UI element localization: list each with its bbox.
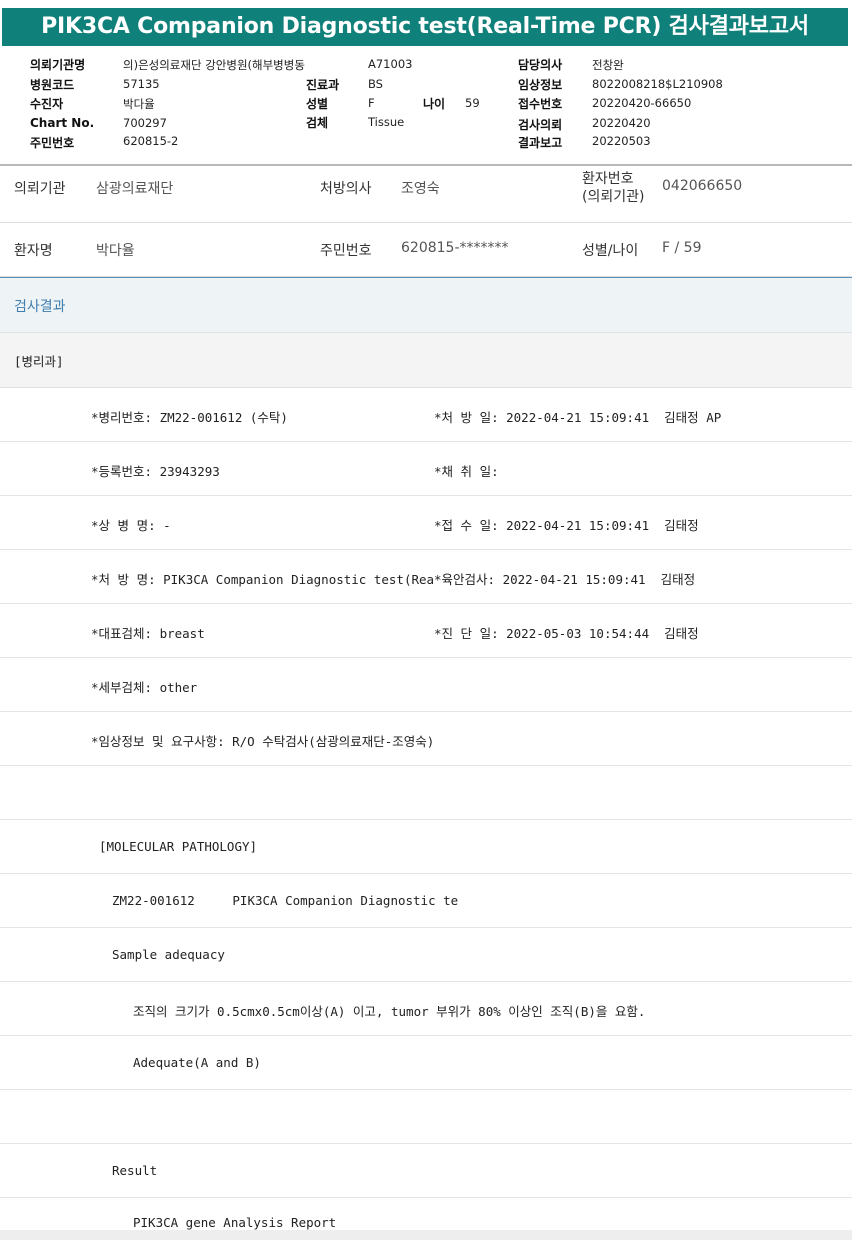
request-date: 20220420 xyxy=(592,116,651,130)
report-line: 조직의 크기가 0.5cmx0.5cm이상(A) 이고, tumor 부위가 8… xyxy=(0,982,852,1036)
sexage-value: F / 59 xyxy=(662,240,702,256)
physician-label: 처방의사 xyxy=(320,181,372,197)
report-line: *임상정보 및 요구사항: R/O 수탁검사(삼광의료재단-조영숙) xyxy=(0,712,852,766)
report-line: Adequate(A and B) xyxy=(0,1036,852,1090)
report-title-bar: PIK3CA Companion Diagnostic test(Real-Ti… xyxy=(0,0,852,48)
adequacy-result: Adequate(A and B) xyxy=(133,1055,261,1070)
id-label: 주민번호 xyxy=(30,136,75,150)
molecular-pathology-heading: [MOLECULAR PATHOLOGY] xyxy=(99,839,258,854)
org-label: 의뢰기관 xyxy=(14,181,66,197)
hospital-code-label: 병원코드 xyxy=(30,78,75,92)
collection-date: *채 취 일: xyxy=(434,464,499,479)
sex: F xyxy=(368,96,375,110)
registration-number: *등록번호: 23943293 xyxy=(91,464,220,479)
diagnosis-date: *진 단 일: 2022-05-03 10:54:44 김태정 xyxy=(434,626,699,641)
referral-org-label: 의뢰기관명 xyxy=(30,58,86,72)
sex-label: 성별 xyxy=(306,97,329,111)
pathology-number: *병리번호: ZM22-001612 (수탁) xyxy=(91,410,288,425)
patient-row-1: 의뢰기관 삼광의료재단 처방의사 조영숙 환자번호 (의뢰기관) 0420666… xyxy=(0,166,852,223)
results-section-header: 검사결과 xyxy=(0,277,852,333)
result-heading: Result xyxy=(112,1163,158,1178)
hospital-code: 57135 xyxy=(123,77,160,91)
prescription-name: *처 방 명: PIK3CA Companion Diagnostic test… xyxy=(91,572,435,587)
sexage-label: 성별/나이 xyxy=(582,243,639,259)
chart-label: Chart No. xyxy=(30,116,95,130)
report-line: *세부검체: other xyxy=(0,658,852,712)
name-value: 박다율 xyxy=(96,243,135,259)
gross-exam-date: *육안검사: 2022-04-21 15:09:41 김태정 xyxy=(434,572,696,587)
report-line: Result xyxy=(0,1144,852,1198)
report-line: ZM22-001612 PIK3CA Companion Diagnostic … xyxy=(0,874,852,928)
prescription-date: *처 방 일: 2022-04-21 15:09:41 김태정 AP xyxy=(434,410,722,425)
id-number: 620815-2 xyxy=(123,134,179,148)
header-info: 의뢰기관명 의)은성의료재단 강안병원(해부병병동 A71003 담당의사 전창… xyxy=(0,48,852,166)
receipt-date: *접 수 일: 2022-04-21 15:09:41 김태정 xyxy=(434,518,699,533)
sub-specimen: *세부검체: other xyxy=(91,680,198,695)
clinical-request: *임상정보 및 요구사항: R/O 수탁검사(삼광의료재단-조영숙) xyxy=(91,734,435,749)
report-line: *등록번호: 23943293 *채 취 일: xyxy=(0,442,852,496)
specimen: Tissue xyxy=(368,115,405,129)
report-line: *상 병 명: - *접 수 일: 2022-04-21 15:09:41 김태… xyxy=(0,496,852,550)
test-line: ZM22-001612 PIK3CA Companion Diagnostic … xyxy=(112,893,459,908)
ward-code: A71003 xyxy=(368,57,413,71)
request-date-label: 검사의뢰 xyxy=(518,118,563,132)
org-value: 삼광의료재단 xyxy=(96,181,174,197)
patient-no-value: 042066650 xyxy=(662,178,743,194)
report-date-label: 결과보고 xyxy=(518,136,563,150)
patient-label: 수진자 xyxy=(30,97,64,111)
referral-org: 의)은성의료재단 강안병원(해부병병동 xyxy=(123,58,305,72)
report-line: *병리번호: ZM22-001612 (수탁) *처 방 일: 2022-04-… xyxy=(0,388,852,442)
doctor: 전창완 xyxy=(592,58,624,72)
blank-line xyxy=(0,766,852,820)
patient-no-label: 환자번호 xyxy=(582,171,634,187)
clinical-info: 8022008218$L210908 xyxy=(592,77,723,91)
patient-name: 박다율 xyxy=(123,97,155,111)
patient-row-2: 환자명 박다율 주민번호 620815-******* 성별/나이 F / 59 xyxy=(0,223,852,277)
patient-no-sublabel: (의뢰기관) xyxy=(582,189,645,205)
rrn-label: 주민번호 xyxy=(320,243,372,259)
rrn-value: 620815-******* xyxy=(401,240,509,256)
blank-line xyxy=(0,1090,852,1144)
specimen-label: 검체 xyxy=(306,116,329,130)
physician-value: 조영숙 xyxy=(401,181,440,197)
report-line: *처 방 명: PIK3CA Companion Diagnostic test… xyxy=(0,550,852,604)
report-title: PIK3CA Companion Diagnostic test(Real-Ti… xyxy=(2,8,848,46)
dept: BS xyxy=(368,77,383,91)
receipt-no: 20220420-66650 xyxy=(592,96,692,110)
representative-specimen: *대표검체: breast xyxy=(91,626,205,641)
report-line: Sample adequacy xyxy=(0,928,852,982)
report-line: [MOLECULAR PATHOLOGY] xyxy=(0,820,852,874)
results-section-title: 검사결과 xyxy=(14,299,66,315)
receipt-no-label: 접수번호 xyxy=(518,97,563,111)
report-line: PIK3CA gene Analysis Report xyxy=(0,1198,852,1230)
sample-adequacy-heading: Sample adequacy xyxy=(112,947,225,962)
diagnosis-name: *상 병 명: - xyxy=(91,518,171,533)
pathology-label: [병리과] xyxy=(14,354,64,369)
pathology-header: [병리과] xyxy=(0,333,852,388)
dept-label: 진료과 xyxy=(306,78,340,92)
name-label: 환자명 xyxy=(14,243,53,259)
report-title-line: PIK3CA gene Analysis Report xyxy=(133,1215,337,1230)
age: 59 xyxy=(465,96,480,110)
report-line: *대표검체: breast *진 단 일: 2022-05-03 10:54:4… xyxy=(0,604,852,658)
report-date: 20220503 xyxy=(592,134,651,148)
chart-no: 700297 xyxy=(123,116,167,130)
age-label: 나이 xyxy=(423,97,446,111)
page-bottom-edge xyxy=(0,1230,852,1240)
clinical-info-label: 임상정보 xyxy=(518,78,563,92)
adequacy-description: 조직의 크기가 0.5cmx0.5cm이상(A) 이고, tumor 부위가 8… xyxy=(133,1004,646,1019)
doctor-label: 담당의사 xyxy=(518,58,563,72)
